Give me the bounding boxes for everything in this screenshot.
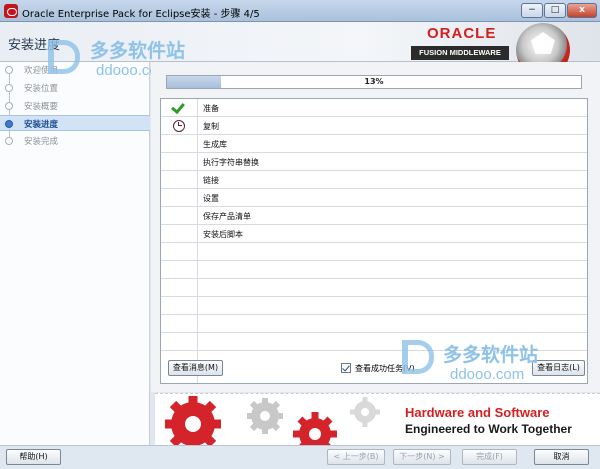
progress-percent: 13% — [364, 77, 384, 86]
view-log-button[interactable]: 查看日志(L) — [532, 360, 585, 376]
step-label: 安装概要 — [24, 102, 59, 112]
step-navigator: 欢迎使用 安装位置 安装概要 安装进度 安装完成 — [0, 62, 150, 445]
checkbox-checked-icon[interactable] — [341, 363, 351, 373]
task-name: 生成库 — [203, 140, 227, 149]
task-name: 执行字符串替换 — [203, 158, 259, 167]
help-button[interactable]: 帮助(H) — [6, 449, 61, 465]
empty-row — [161, 261, 587, 279]
watermark-url: ddooo.com — [450, 366, 525, 383]
step-install-location: 安装位置 — [0, 76, 150, 100]
oracle-banner: Hardware and Software Engineered to Work… — [155, 393, 600, 445]
wizard-button-bar: 帮助(H) < 上一步(B) 下一步(N) > 完成(F) 取消 — [0, 445, 600, 469]
task-name: 安装后脚本 — [203, 230, 243, 239]
task-row: 保存产品清单 — [161, 207, 587, 225]
oracle-emblem-icon — [512, 22, 574, 62]
task-name: 链接 — [203, 176, 219, 185]
step-install-progress: 安装进度 — [0, 115, 150, 131]
step-install-summary: 安装概要 — [0, 94, 150, 118]
next-button[interactable]: 下一步(N) > — [393, 449, 451, 465]
finish-button[interactable]: 完成(F) — [462, 449, 517, 465]
watermark-text: 多多软件站 — [443, 345, 539, 366]
task-row: 准备 — [161, 99, 587, 117]
close-button[interactable]: x — [567, 3, 597, 18]
step-label: 安装完成 — [24, 137, 59, 147]
task-row: 安装后脚本 — [161, 225, 587, 243]
window-title: Oracle Enterprise Pack for Eclipse安装 - 步… — [22, 9, 260, 20]
gears-graphic — [165, 396, 380, 445]
title-bar: Oracle Enterprise Pack for Eclipse安装 - 步… — [0, 0, 600, 22]
step-dot-icon — [5, 137, 13, 145]
check-icon — [171, 99, 185, 115]
watermark-logo-icon — [402, 340, 434, 374]
empty-row — [161, 297, 587, 315]
task-row: 执行字符串替换 — [161, 153, 587, 171]
task-row: 链接 — [161, 171, 587, 189]
install-progress-bar: 13% — [166, 75, 582, 89]
task-name: 保存产品清单 — [203, 212, 251, 221]
step-dot-icon — [5, 120, 13, 128]
minimize-button[interactable]: − — [521, 3, 543, 18]
cancel-button[interactable]: 取消 — [534, 449, 589, 465]
empty-row — [161, 243, 587, 261]
oracle-logo: ORACLE — [427, 25, 497, 42]
clock-icon — [173, 120, 185, 132]
step-label: 安装位置 — [24, 84, 59, 94]
banner-headline: Hardware and Software — [405, 405, 550, 420]
view-messages-button[interactable]: 查看消息(M) — [168, 360, 223, 376]
maximize-button[interactable]: □ — [544, 3, 566, 18]
back-button[interactable]: < 上一步(B) — [327, 449, 385, 465]
fusion-middleware-label: FUSION MIDDLEWARE — [411, 46, 509, 60]
watermark-logo-icon — [48, 40, 80, 74]
task-row: 生成库 — [161, 135, 587, 153]
step-install-complete: 安装完成 — [0, 129, 150, 149]
watermark-text: 多多软件站 — [90, 41, 186, 62]
task-row: 设置 — [161, 189, 587, 207]
task-name: 复制 — [203, 122, 219, 131]
empty-row — [161, 279, 587, 297]
step-label: 安装进度 — [24, 120, 59, 130]
task-row: 复制 — [161, 117, 587, 135]
empty-row — [161, 315, 587, 333]
banner-tagline: Engineered to Work Together — [405, 422, 572, 436]
oracle-app-icon — [4, 4, 18, 18]
task-name: 准备 — [203, 104, 219, 113]
step-dot-icon — [5, 84, 13, 92]
step-dot-icon — [5, 102, 13, 110]
step-dot-icon — [5, 66, 13, 74]
task-name: 设置 — [203, 194, 219, 203]
